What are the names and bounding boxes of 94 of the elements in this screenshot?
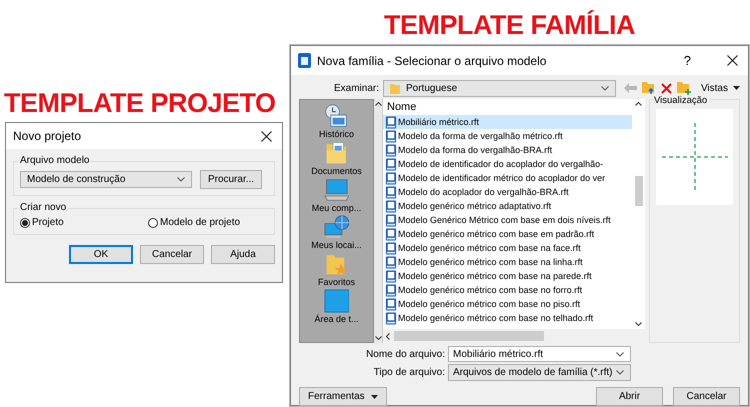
- crosshair-drawing: [662, 123, 728, 191]
- scroll-up-icon[interactable]: [374, 102, 382, 106]
- places-item[interactable]: Meus locai...: [311, 215, 362, 250]
- places-item[interactable]: Área de t...: [314, 289, 359, 324]
- file-row[interactable]: Modelo de identificador do acoplador do vergalhão-: [383, 157, 632, 171]
- file-icon: [385, 214, 397, 226]
- places-item[interactable]: Meu comp...: [312, 178, 362, 213]
- tools-button[interactable]: Ferramentas: [299, 387, 387, 406]
- chevron-down-icon: [600, 86, 609, 90]
- group-label: Criar novo: [18, 202, 68, 213]
- delete-icon[interactable]: [660, 82, 672, 94]
- folder-icon: [390, 82, 400, 94]
- file-icon: [385, 158, 397, 170]
- scroll-down-icon[interactable]: [374, 336, 382, 340]
- caret-down-icon: [733, 86, 740, 90]
- folder-dropdown[interactable]: Portuguese: [383, 80, 616, 96]
- chevron-down-icon: [177, 177, 185, 182]
- file-row[interactable]: Modelo do acoplador do vergalhão-BRA.rft: [383, 185, 632, 199]
- file-row[interactable]: Modelo genérico métrico com base na parede.rft: [383, 269, 632, 283]
- dialog-button[interactable]: Ajuda: [211, 245, 275, 264]
- chevron-down-icon: [616, 352, 624, 356]
- file-icon: [385, 284, 397, 296]
- template-dropdown[interactable]: Modelo de construção: [20, 171, 192, 188]
- documents-folder-icon: [325, 141, 348, 165]
- file-row[interactable]: Modelo genérico métrico com base na linha.rft: [383, 255, 632, 269]
- close-icon[interactable]: [727, 55, 738, 66]
- places-item[interactable]: Documentos: [311, 141, 362, 176]
- file-row[interactable]: Modelo genérico métrico com base no telhado.rft: [383, 311, 632, 325]
- group-label: Arquivo modelo: [18, 155, 92, 166]
- look-in-label: Examinar:: [332, 82, 379, 94]
- caret-down-icon: [370, 394, 378, 398]
- file-row[interactable]: Modelo genérico métrico com base no piso.rft: [383, 297, 632, 311]
- folder-up-icon[interactable]: [642, 81, 656, 95]
- star-folder-icon: [325, 252, 348, 276]
- file-icon: [385, 172, 397, 184]
- places-item[interactable]: Histórico: [318, 104, 354, 139]
- scroll-thumb[interactable]: [634, 176, 642, 206]
- views-button[interactable]: Vistas: [700, 82, 740, 94]
- radio-button[interactable]: [148, 218, 158, 228]
- file-type-label: Tipo de arquivo:: [372, 367, 445, 378]
- app-icon: [298, 53, 311, 68]
- dialog-button[interactable]: Cancelar: [140, 245, 204, 264]
- caption-title: TEMPLATE PROJETO: [4, 90, 276, 117]
- window-title: Novo projeto: [13, 129, 82, 143]
- new-folder-icon[interactable]: [676, 81, 691, 95]
- file-icon: [385, 256, 397, 268]
- file-icon: [385, 116, 397, 128]
- globe-computer-icon: [324, 215, 350, 239]
- file-icon: [385, 130, 397, 142]
- scroll-left-icon[interactable]: [386, 332, 390, 340]
- horizontal-scrollbar[interactable]: [383, 329, 645, 343]
- caption-title: TEMPLATE FAMÍLIA: [384, 12, 635, 39]
- file-row[interactable]: Modelo da forma de vergalhão métrico.rft: [383, 129, 632, 143]
- scrollbar[interactable]: [374, 99, 382, 343]
- scroll-up-icon[interactable]: [635, 102, 642, 106]
- places-item[interactable]: Favoritos: [318, 252, 355, 287]
- help-button[interactable]: ?: [684, 53, 691, 68]
- dialog-button[interactable]: Cancelar: [673, 387, 740, 406]
- desktop-icon: [324, 289, 350, 313]
- file-row[interactable]: Modelo genérico métrico adaptativo.rft: [383, 199, 632, 213]
- clock-window-icon: [324, 104, 350, 128]
- file-name-field[interactable]: Mobiliário métrico.rft: [448, 346, 631, 362]
- file-name-label: Nome do arquivo:: [365, 348, 445, 360]
- file-icon: [385, 298, 397, 310]
- close-icon[interactable]: [261, 130, 272, 142]
- file-icon: [385, 144, 397, 156]
- file-type-dropdown[interactable]: Arquivos de modelo de família (*.rft): [448, 364, 631, 381]
- file-row[interactable]: Modelo genérico métrico com base no forro.rft: [383, 283, 632, 297]
- file-icon: [385, 270, 397, 282]
- file-icon: [385, 242, 397, 254]
- file-row[interactable]: Modelo Genérico Métrico com base em dois níveis.rft: [383, 213, 632, 227]
- computer-icon: [324, 178, 350, 202]
- scroll-down-icon[interactable]: [635, 322, 642, 326]
- file-row[interactable]: Modelo da forma do vergalhão-BRA.rft: [383, 143, 632, 157]
- radio-label[interactable]: Projeto: [32, 217, 64, 228]
- file-icon: [385, 228, 397, 240]
- chevron-down-icon: [616, 370, 624, 375]
- file-row[interactable]: Modelo genérico métrico com base na face.rft: [383, 241, 632, 255]
- file-icon: [385, 312, 397, 324]
- file-row[interactable]: Modelo de identificador métrico do acoplador do ver: [383, 171, 632, 185]
- radio-label[interactable]: Modelo de projeto: [160, 217, 240, 228]
- file-row[interactable]: Mobiliário métrico.rft: [383, 115, 632, 129]
- column-header[interactable]: Nome: [387, 101, 416, 113]
- file-row[interactable]: Modelo genérico métrico com base em padrão.rft: [383, 227, 632, 241]
- dialog-button[interactable]: OK: [69, 245, 133, 264]
- browse-button[interactable]: Procurar...: [200, 170, 262, 189]
- preview-label: Visualização: [652, 95, 710, 106]
- dialog-button[interactable]: Abrir: [596, 387, 663, 406]
- window-title: Nova família - Selecionar o arquivo modelo: [317, 54, 548, 68]
- file-icon: [385, 186, 397, 198]
- scrollbar[interactable]: [632, 99, 645, 329]
- file-icon: [385, 200, 397, 212]
- radio-button[interactable]: [20, 218, 30, 228]
- scroll-thumb[interactable]: [394, 331, 544, 341]
